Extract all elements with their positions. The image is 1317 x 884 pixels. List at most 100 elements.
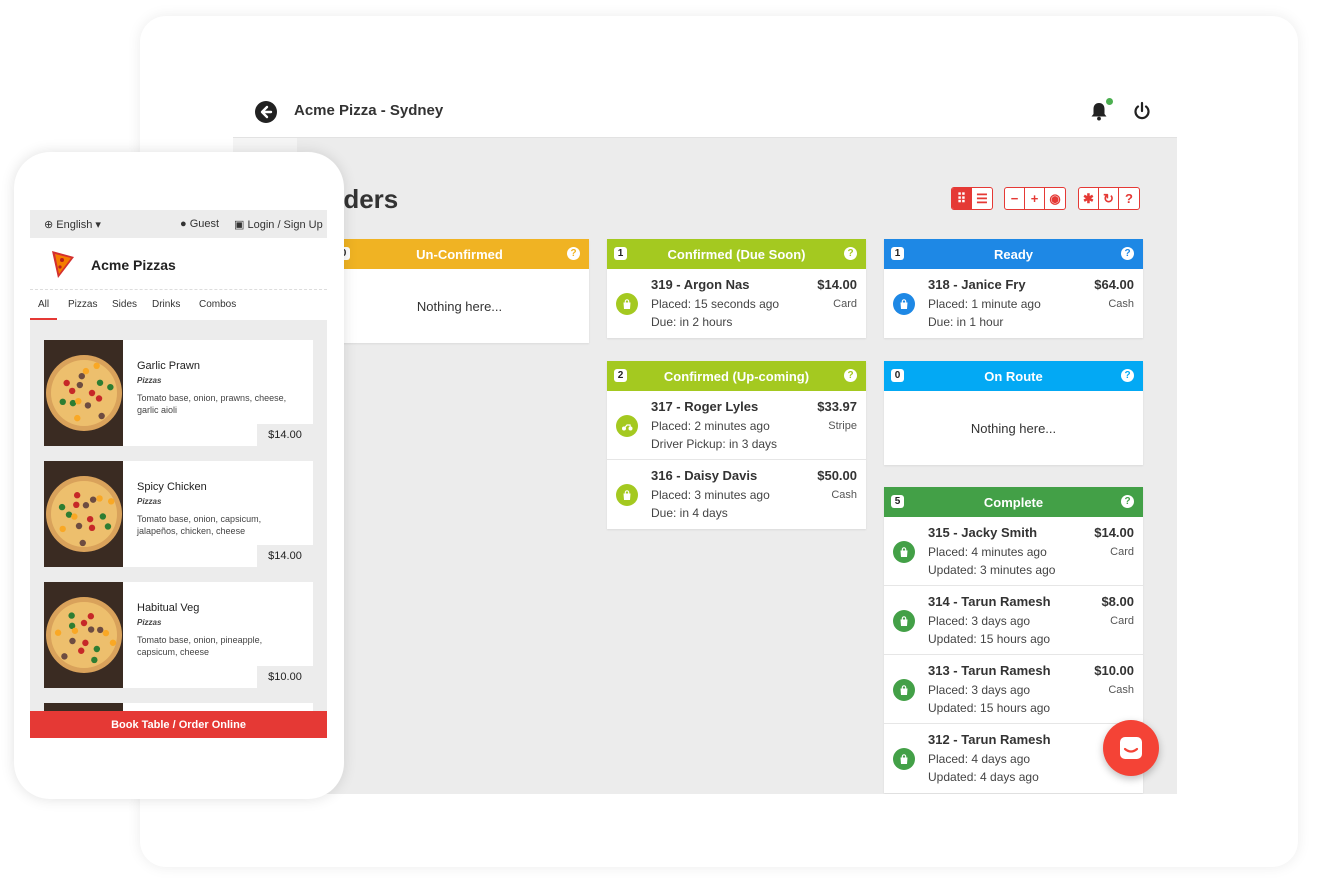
guest-link[interactable]: ● Guest (180, 218, 219, 230)
help-icon[interactable]: ? (844, 247, 857, 260)
order-due: Due: in 1 hour (928, 315, 1004, 329)
payment-method: Cash (1108, 298, 1134, 310)
help-button[interactable]: ? (1119, 188, 1139, 209)
order-placed: Placed: 3 days ago (928, 614, 1031, 628)
unconfirmed-column: 0 Un-Confirmed ? Nothing here... (330, 239, 589, 343)
order-title: 317 - Roger Lyles (651, 399, 759, 414)
item-description: Tomato base, onion, prawns, cheese, garl… (137, 393, 287, 415)
payment-method: Cash (1108, 684, 1134, 696)
payment-method: Cash (831, 489, 857, 501)
bag-icon (616, 484, 638, 506)
tab-combos[interactable]: Combos (199, 299, 236, 310)
help-icon[interactable]: ? (1121, 495, 1134, 508)
order-card[interactable]: 318 - Janice Fry Placed: 1 minute ago Due:… (884, 269, 1143, 338)
order-price: $10.00 (1094, 663, 1134, 678)
login-link[interactable]: ▣ Login / Sign Up (234, 218, 323, 231)
scooter-icon (616, 415, 638, 437)
order-placed: Placed: 3 days ago (928, 683, 1031, 697)
empty-message: Nothing here... (970, 420, 1057, 436)
help-icon[interactable]: ? (844, 369, 857, 382)
order-count-badge: 2 (614, 369, 627, 382)
tab-pizzas[interactable]: Pizzas (68, 299, 97, 310)
order-count-badge: 1 (614, 247, 627, 260)
chat-launcher-button[interactable] (1103, 720, 1159, 776)
order-price: $33.97 (817, 399, 857, 414)
order-count-badge: 5 (891, 495, 904, 508)
order-due: Updated: 15 hours ago (928, 701, 1051, 715)
order-placed: Placed: 15 seconds ago (651, 297, 780, 311)
item-price[interactable]: $10.00 (257, 666, 313, 688)
order-card[interactable]: 314 - Tarun Ramesh Placed: 3 days ago Upda… (884, 586, 1143, 655)
column-title: On Route (984, 368, 1043, 384)
menu-item[interactable]: Spicy Chicken Pizzas Tomato base, onion, c… (44, 461, 313, 567)
order-card[interactable]: 313 - Tarun Ramesh Placed: 3 days ago Upda… (884, 655, 1143, 724)
chat-icon (1120, 737, 1142, 759)
zoom-out-button[interactable]: − (1005, 188, 1025, 209)
tab-drinks[interactable]: Drinks (152, 299, 180, 310)
orders-dashboard: Acme Pizza - Sydney Orders ⠿ ☰ − + ◉ ✱ ↻… (233, 86, 1177, 794)
list-view-button[interactable]: ☰ (972, 188, 992, 209)
order-due: Updated: 15 hours ago (928, 632, 1051, 646)
zoom-in-button[interactable]: + (1025, 188, 1045, 209)
order-card[interactable]: 316 - Daisy Davis Placed: 3 minutes ago Du… (607, 460, 866, 529)
bag-icon (893, 679, 915, 701)
back-arrow-icon[interactable] (255, 101, 277, 123)
pizza-image (44, 461, 123, 567)
bag-icon (893, 541, 915, 563)
item-category: Pizzas (137, 376, 162, 385)
item-description: Tomato base, onion, pineapple, capsicum,… (137, 635, 263, 657)
order-due: Due: in 2 hours (651, 315, 733, 329)
order-card[interactable]: 319 - Argon Nas Placed: 15 seconds ago Due… (607, 269, 866, 338)
item-price[interactable]: $14.00 (257, 424, 313, 446)
globe-icon: ⊕ (44, 219, 57, 231)
language-select[interactable]: ⊕ English ▾ (44, 218, 101, 231)
tab-sides[interactable]: Sides (112, 299, 137, 310)
order-price: $8.00 (1101, 594, 1134, 609)
column-title: Confirmed (Up-coming) (663, 368, 810, 384)
chevron-down-icon: ▾ (92, 219, 101, 231)
zoom-group: − + ◉ (1004, 187, 1066, 210)
payment-method: Card (1110, 615, 1134, 627)
refresh-button[interactable]: ↻ (1099, 188, 1119, 209)
help-icon[interactable]: ? (1121, 247, 1134, 260)
visibility-button[interactable]: ◉ (1045, 188, 1065, 209)
power-icon[interactable] (1131, 100, 1153, 122)
menu-item[interactable]: Garlic Prawn Pizzas Tomato base, onion, pr… (44, 340, 313, 446)
order-due: Updated: 3 minutes ago (928, 563, 1056, 577)
store-header: Acme Pizzas (30, 238, 327, 290)
help-icon[interactable]: ? (1121, 369, 1134, 382)
order-card[interactable]: 315 - Jacky Smith Placed: 4 minutes ago Up… (884, 517, 1143, 586)
menu-item[interactable]: Habitual Veg Pizzas Tomato base, onion, pi… (44, 582, 313, 688)
lock-icon: ▣ (234, 219, 245, 231)
help-icon[interactable]: ? (567, 247, 580, 260)
item-price[interactable]: $14.00 (257, 545, 313, 567)
order-title: 316 - Daisy Davis (651, 468, 758, 483)
language-bar: ⊕ English ▾ ● Guest ▣ Login / Sign Up (30, 210, 327, 238)
item-name: Spicy Chicken (137, 481, 207, 493)
bag-icon (893, 293, 915, 315)
order-due: Updated: 4 days ago (928, 770, 1039, 784)
order-card[interactable]: 317 - Roger Lyles Placed: 2 minutes ago Dr… (607, 391, 866, 460)
top-bar: Acme Pizza - Sydney (233, 86, 1177, 138)
order-price: $64.00 (1094, 277, 1134, 292)
order-title: 318 - Janice Fry (928, 277, 1026, 292)
order-title: 315 - Jacky Smith (928, 525, 1038, 540)
empty-message: Nothing here... (416, 298, 503, 314)
column-header: 2 Confirmed (Up-coming) ? (607, 361, 866, 391)
column-title: Un-Confirmed (416, 246, 503, 262)
tab-all[interactable]: All (30, 299, 58, 320)
order-placed: Placed: 3 minutes ago (651, 488, 770, 502)
pizza-image (44, 340, 123, 446)
item-name: Habitual Veg (137, 602, 200, 614)
settings-button[interactable]: ✱ (1079, 188, 1099, 209)
order-count-badge: 0 (891, 369, 904, 382)
item-description: Tomato base, onion, capsicum, jalapeños,… (137, 514, 262, 536)
user-icon: ● (180, 218, 187, 230)
order-title: 313 - Tarun Ramesh (928, 663, 1051, 678)
pizza-logo-icon (50, 248, 76, 280)
order-online-button[interactable]: Book Table / Order Online (30, 711, 327, 738)
payment-method: Card (833, 298, 857, 310)
bag-icon (893, 748, 915, 770)
grid-view-button[interactable]: ⠿ (952, 188, 972, 209)
order-placed: Placed: 1 minute ago (928, 297, 1041, 311)
